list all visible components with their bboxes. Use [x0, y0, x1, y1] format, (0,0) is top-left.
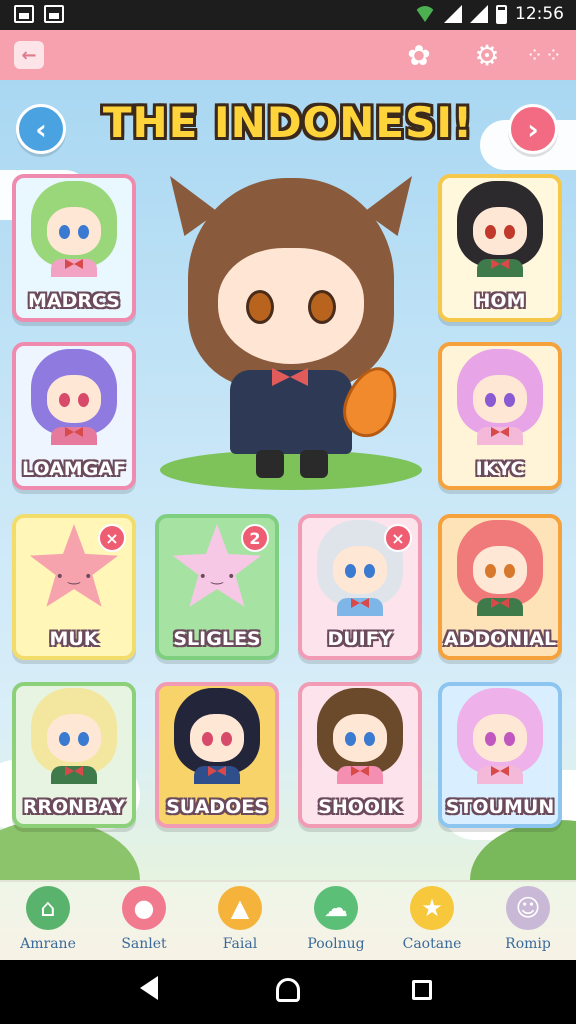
bottom-nav: ⌂ Amrane ● Sanlet ▲ Faial ☁ Poolnug ★ Caotane ☺ Rom…: [0, 880, 576, 960]
page-title: THE INDONESI!: [102, 98, 474, 147]
character-card[interactable]: • ‿ • MUK ×: [12, 514, 136, 660]
close-badge[interactable]: ×: [384, 524, 412, 552]
system-nav-bar: [0, 960, 576, 1024]
nav-label: Caotane: [402, 936, 462, 952]
character-card[interactable]: DUIFY ×: [298, 514, 422, 660]
main-area: ‹ › THE INDONESI! MADRCS LOAMGAF HOM IKYC •…: [0, 80, 576, 880]
card-label: STOUMUN: [445, 796, 555, 818]
close-badge[interactable]: ×: [98, 524, 126, 552]
character-portrait: [31, 688, 117, 784]
chevron-left-icon: ‹: [35, 112, 47, 146]
card-label: DUIFY: [327, 628, 393, 650]
nav-item-caotane[interactable]: ★ Caotane: [384, 886, 480, 958]
back-button[interactable]: ←: [14, 41, 44, 69]
card-label: RRONBAY: [22, 796, 126, 818]
home-icon: ⌂: [26, 886, 70, 930]
cloud-icon: ☁: [314, 886, 358, 930]
card-label: MUK: [49, 628, 99, 650]
back-icon: ←: [21, 44, 37, 66]
character-card[interactable]: STOUMUN: [438, 682, 562, 828]
count-badge: 2: [241, 524, 269, 552]
hero-character[interactable]: [160, 170, 422, 490]
gear-icon[interactable]: ⚙: [470, 38, 504, 72]
nav-item-poolnug[interactable]: ☁ Poolnug: [288, 886, 384, 958]
flower-icon[interactable]: ✿: [402, 38, 436, 72]
character-card[interactable]: IKYC: [438, 342, 562, 490]
nav-label: Sanlet: [121, 936, 167, 952]
nav-item-romip[interactable]: ☺ Romip: [480, 886, 576, 958]
card-label: ADDONIAL: [443, 628, 557, 650]
character-portrait: [317, 688, 403, 784]
nav-item-amrane[interactable]: ⌂ Amrane: [0, 886, 96, 958]
nav-label: Poolnug: [307, 936, 365, 952]
character-portrait: [31, 349, 117, 445]
nav-label: Romip: [505, 936, 551, 952]
character-card[interactable]: SHOOIK: [298, 682, 422, 828]
image-icon: [44, 5, 64, 23]
card-label: IKYC: [475, 458, 525, 480]
gallery-icon: [14, 5, 34, 23]
character-portrait: [457, 349, 543, 445]
signal-icon: [444, 5, 462, 23]
next-button[interactable]: ›: [508, 104, 558, 154]
character-portrait: [457, 520, 543, 616]
signal-icon: [470, 5, 488, 23]
cat-icon: ▲: [218, 886, 262, 930]
prev-button[interactable]: ‹: [16, 104, 66, 154]
character-card[interactable]: ADDONIAL: [438, 514, 562, 660]
nav-label: Faial: [222, 936, 258, 952]
nav-label: Amrane: [20, 936, 76, 952]
back-nav-icon[interactable]: [140, 976, 158, 1000]
character-card[interactable]: LOAMGAF: [12, 342, 136, 490]
recents-nav-icon[interactable]: [412, 980, 432, 1000]
character-card[interactable]: RRONBAY: [12, 682, 136, 828]
home-nav-icon[interactable]: [276, 978, 300, 1002]
peach-icon: ●: [122, 886, 166, 930]
app-bar: ← ✿ ⚙ ⁘⁘: [0, 30, 576, 80]
character-card[interactable]: MADRCS: [12, 174, 136, 322]
character-portrait: [457, 181, 543, 277]
nav-item-faial[interactable]: ▲ Faial: [192, 886, 288, 958]
character-card[interactable]: HOM: [438, 174, 562, 322]
card-label: MADRCS: [28, 290, 120, 312]
card-label: SHOOIK: [318, 796, 402, 818]
character-portrait: [174, 688, 260, 784]
wifi-icon: [414, 6, 436, 22]
character-card[interactable]: • ‿ • SLIGLES 2: [155, 514, 279, 660]
nav-item-sanlet[interactable]: ● Sanlet: [96, 886, 192, 958]
card-label: SUADOES: [166, 796, 268, 818]
clock: 12:56: [515, 4, 564, 24]
card-label: HOM: [474, 290, 526, 312]
star-icon: ★: [410, 886, 454, 930]
mascot-icon: ☺: [506, 886, 550, 930]
card-label: LOAMGAF: [22, 458, 126, 480]
character-portrait: [31, 181, 117, 277]
status-bar: 12:56: [0, 0, 576, 30]
battery-icon: [496, 4, 507, 24]
grid-icon[interactable]: ⁘⁘: [526, 38, 562, 72]
chevron-right-icon: ›: [527, 112, 539, 146]
character-card[interactable]: SUADOES: [155, 682, 279, 828]
card-label: SLIGLES: [173, 628, 261, 650]
character-portrait: [457, 688, 543, 784]
